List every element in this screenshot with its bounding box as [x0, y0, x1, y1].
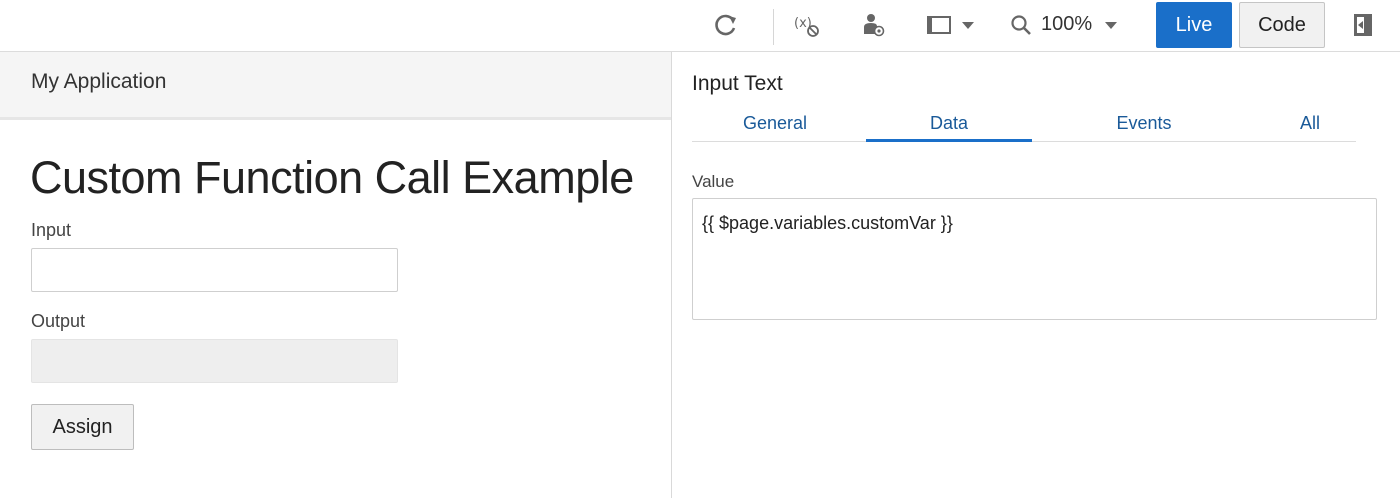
app-title: My Application [31, 70, 167, 93]
variable-icon[interactable]: (x) [792, 10, 824, 40]
code-button[interactable]: Code [1239, 2, 1325, 48]
chevron-down-icon[interactable] [958, 10, 978, 40]
output-field [31, 339, 398, 383]
zoom-level[interactable]: 100% [1041, 13, 1092, 36]
tab-data[interactable]: Data [866, 109, 1032, 142]
property-inspector: Input Text General Data Events All Value… [673, 52, 1400, 498]
zoom-dropdown-icon[interactable] [1101, 10, 1121, 40]
value-label: Value [692, 172, 735, 191]
toolbar-divider [773, 9, 774, 45]
page-preview: My Application Custom Function Call Exam… [0, 52, 672, 498]
value-expression: {{ $page.variables.customVar }} [702, 213, 953, 233]
page-title: Custom Function Call Example [30, 152, 634, 203]
property-tabs: General Data Events All [692, 109, 1356, 142]
device-frame-icon[interactable] [923, 10, 955, 40]
collapse-panel-icon[interactable] [1349, 10, 1377, 40]
top-toolbar: (x) 100% Live Code [0, 0, 1400, 52]
output-label: Output [31, 311, 86, 331]
input-field[interactable] [31, 248, 398, 292]
zoom-icon[interactable] [1008, 10, 1034, 40]
tab-all[interactable]: All [1227, 109, 1393, 142]
live-button[interactable]: Live [1156, 2, 1232, 48]
refresh-icon[interactable] [711, 10, 741, 40]
user-role-icon[interactable] [858, 10, 888, 40]
input-label: Input [31, 220, 72, 240]
value-field[interactable]: {{ $page.variables.customVar }} [692, 198, 1377, 320]
tab-general[interactable]: General [692, 109, 858, 142]
app-header: My Application [0, 52, 671, 120]
component-title: Input Text [692, 72, 783, 95]
tab-events[interactable]: Events [1061, 109, 1227, 142]
assign-button[interactable]: Assign [31, 404, 134, 450]
